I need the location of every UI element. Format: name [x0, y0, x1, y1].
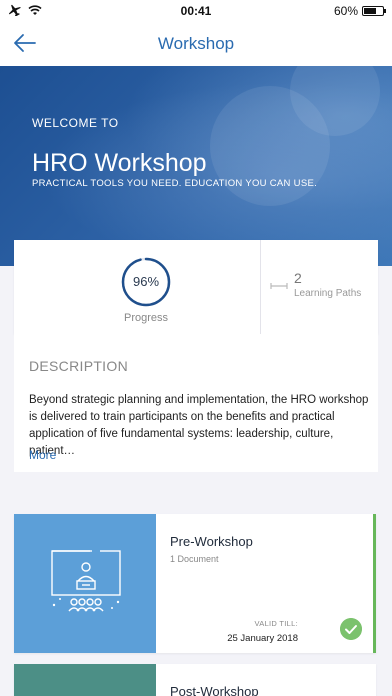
more-link[interactable]: More [29, 448, 56, 462]
description-section: DESCRIPTION Beyond strategic planning an… [14, 334, 378, 472]
check-icon [340, 618, 362, 640]
nav-bar: Workshop [0, 22, 392, 66]
progress-percent: 96% [132, 274, 160, 289]
learning-paths-label[interactable]: Learning Paths [294, 288, 361, 299]
learning-paths-count[interactable]: 2 [294, 270, 302, 286]
course-card-pre-workshop[interactable]: Pre-Workshop 1 Document VALID TILL: 25 J… [14, 514, 376, 653]
completion-accent [373, 514, 376, 653]
hero-banner: WELCOME TO HRO Workshop PRACTICAL TOOLS … [0, 66, 392, 266]
page-title: Workshop [157, 34, 235, 53]
valid-till-label: VALID TILL: [254, 619, 298, 628]
card-title: Pre-Workshop [170, 534, 253, 549]
hero-title: HRO Workshop [32, 149, 207, 177]
card-title: Post-Workshop [170, 684, 259, 696]
presentation-icon [51, 550, 121, 612]
learning-paths-icon [270, 283, 288, 289]
card-thumbnail [14, 664, 156, 696]
battery-icon [362, 6, 386, 16]
stats-divider [260, 240, 261, 334]
hero-subtitle: PRACTICAL TOOLS YOU NEED. EDUCATION YOU … [32, 178, 318, 189]
stats-card: 96% Progress 2 Learning Paths [14, 240, 378, 334]
battery-percent: 60% [333, 4, 358, 18]
card-meta: 1 Document [170, 554, 219, 564]
description-text: Beyond strategic planning and implementa… [29, 394, 369, 457]
course-card-post-workshop[interactable]: Post-Workshop [14, 664, 376, 696]
valid-till-date: 25 January 2018 [227, 633, 298, 644]
status-bar: 00:41 60% [0, 0, 392, 22]
description-title: DESCRIPTION [29, 358, 128, 374]
hero-welcome: WELCOME TO [32, 116, 119, 130]
status-right: 60% [333, 4, 386, 18]
card-thumbnail [14, 514, 156, 653]
progress-label: Progress [123, 312, 169, 324]
